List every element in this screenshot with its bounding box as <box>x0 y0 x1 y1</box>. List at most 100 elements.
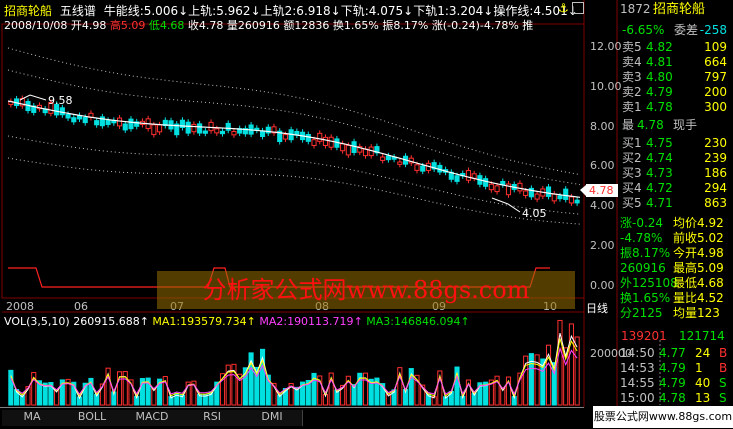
tick-row: 14:50 4.77 24 B <box>617 346 733 361</box>
candle-body <box>105 119 111 125</box>
info-volume: 量260916 <box>226 19 280 32</box>
price-tick-label: 6.00 <box>590 159 615 172</box>
indicator-line3: 上轨2:6.918 <box>260 4 331 18</box>
info-change: 涨(-0.24)-4.78% <box>431 19 519 32</box>
stock-code: 1872 <box>620 2 651 16</box>
watermark-banner: 分析家公式网www.88gs.com <box>157 271 575 309</box>
tick-price: 4.79 <box>659 376 686 390</box>
down-arrow-icon: ↓ <box>330 4 341 18</box>
tab-dmi[interactable]: DMI <box>242 410 303 426</box>
ma-line <box>7 100 581 198</box>
ticks-header: 139201 121714 <box>617 329 733 344</box>
tick-row: 14:55 4.79 40 S <box>617 376 733 391</box>
tab-ma[interactable]: MA <box>2 410 63 426</box>
stat-left: 分2125 <box>620 306 663 320</box>
stat-right: 今开4.98 <box>673 246 724 260</box>
candle-body <box>385 155 391 161</box>
stat-left: 260916 <box>620 261 666 275</box>
info-date: 2008/10/08 <box>4 19 68 32</box>
quote-price: 4.78 <box>646 100 673 114</box>
ask-row: 卖1 4.78 300 <box>617 100 733 115</box>
candle-body <box>94 120 100 126</box>
quote-label: 卖5 <box>622 40 642 54</box>
indicator-tab-bar: MA BOLL MACD RSI DMI <box>0 407 584 428</box>
quote-label: 买3 <box>622 166 642 180</box>
quote-label: 卖1 <box>622 100 642 114</box>
quote-price: 4.80 <box>646 70 673 84</box>
tab-boll[interactable]: BOLL <box>62 410 123 426</box>
anchor-icon[interactable]: ⚓ <box>558 1 569 15</box>
indicator-line4: 下轨:4.075 <box>340 4 404 18</box>
vol-value: 260915.688 <box>73 315 140 328</box>
candle-body <box>202 130 208 134</box>
tick-flag: S <box>719 376 727 390</box>
candle-body <box>191 123 197 133</box>
info-close: 收4.78 <box>187 19 224 32</box>
candle-body <box>414 164 420 171</box>
low-mark-label: 4.05 <box>522 207 547 220</box>
candle-body <box>197 123 203 134</box>
tick-time: 14:53 <box>620 361 655 375</box>
indicator-name[interactable]: 五线谱 <box>60 4 96 18</box>
quote-stock-name[interactable]: 招商轮船 <box>653 2 705 17</box>
candle-body <box>362 148 369 157</box>
tick-row: 15:00 4.78 13 S <box>617 391 733 406</box>
high-mark-label: 9.58 <box>48 94 73 107</box>
candle-body <box>534 193 540 200</box>
candle-body <box>483 178 489 187</box>
candle-body <box>517 182 523 192</box>
stat-left: -4.78% <box>620 231 663 245</box>
down-arrow-icon: ↓ <box>250 4 261 18</box>
candle-body <box>563 188 569 200</box>
quote-header: 1872 招商轮船 <box>617 2 733 17</box>
price-panel-border <box>1 23 585 299</box>
stat-right: 最高5.09 <box>673 261 724 275</box>
quote-volume: 294 <box>704 181 727 195</box>
candle-body <box>116 117 123 127</box>
stat-right: 量比4.52 <box>673 291 724 305</box>
quote-volume: 300 <box>704 100 727 114</box>
window-box-icon[interactable] <box>572 2 584 14</box>
bid-row: 买5 4.71 863 <box>617 196 733 211</box>
bid-row: 买4 4.72 294 <box>617 181 733 196</box>
price-tick-label: 4.00 <box>590 199 615 212</box>
quote-volume: 109 <box>704 40 727 54</box>
candle-body <box>185 121 191 134</box>
candle-body <box>345 144 351 156</box>
tick-row: 14:53 4.79 1 B <box>617 361 733 376</box>
volume-header: VOL(3,5,10) 260915.688↑ MA1:193579.734↑ … <box>4 315 470 328</box>
period-label[interactable]: 日线 <box>586 300 608 316</box>
candle-body <box>551 193 557 202</box>
stat-left: 外125108 <box>620 276 678 290</box>
last-label: 最 <box>622 118 635 132</box>
quote-price: 4.81 <box>646 55 673 69</box>
candle-body <box>151 124 157 136</box>
tick-price: 4.77 <box>659 346 686 360</box>
stat-right: 均价4.92 <box>673 216 724 230</box>
tick-price: 4.79 <box>659 361 686 375</box>
quote-label: 卖2 <box>622 85 642 99</box>
candle-body <box>328 136 334 148</box>
site-footer[interactable]: 股票公式网www.88gs.com <box>593 406 733 428</box>
candle-body <box>494 185 500 193</box>
tick-volume: 1 <box>695 361 703 375</box>
stat-row: 涨-0.24 均价4.92 <box>617 216 733 231</box>
quote-label: 买4 <box>622 181 642 195</box>
bid-row: 买1 4.75 230 <box>617 136 733 151</box>
tab-rsi[interactable]: RSI <box>182 410 243 426</box>
candle-body <box>397 161 403 165</box>
down-arrow-icon: ↓ <box>403 4 414 18</box>
up-arrow-icon: ↑ <box>139 315 149 328</box>
candle-body <box>557 195 563 200</box>
stock-name[interactable]: 招商轮船 <box>4 4 52 18</box>
stat-right: 前收5.02 <box>673 231 724 245</box>
tick-volume: 24 <box>695 346 711 360</box>
quote-price: 4.82 <box>646 40 673 54</box>
stat-row: 260916 最高5.09 <box>617 261 733 276</box>
vol-label: VOL(3,5,10) <box>4 315 70 328</box>
info-turnover: 换1.65% <box>332 19 379 32</box>
tab-macd[interactable]: MACD <box>122 410 183 426</box>
candle-body <box>219 130 226 135</box>
quote-price: 4.74 <box>646 151 673 165</box>
candle-body <box>231 131 237 136</box>
